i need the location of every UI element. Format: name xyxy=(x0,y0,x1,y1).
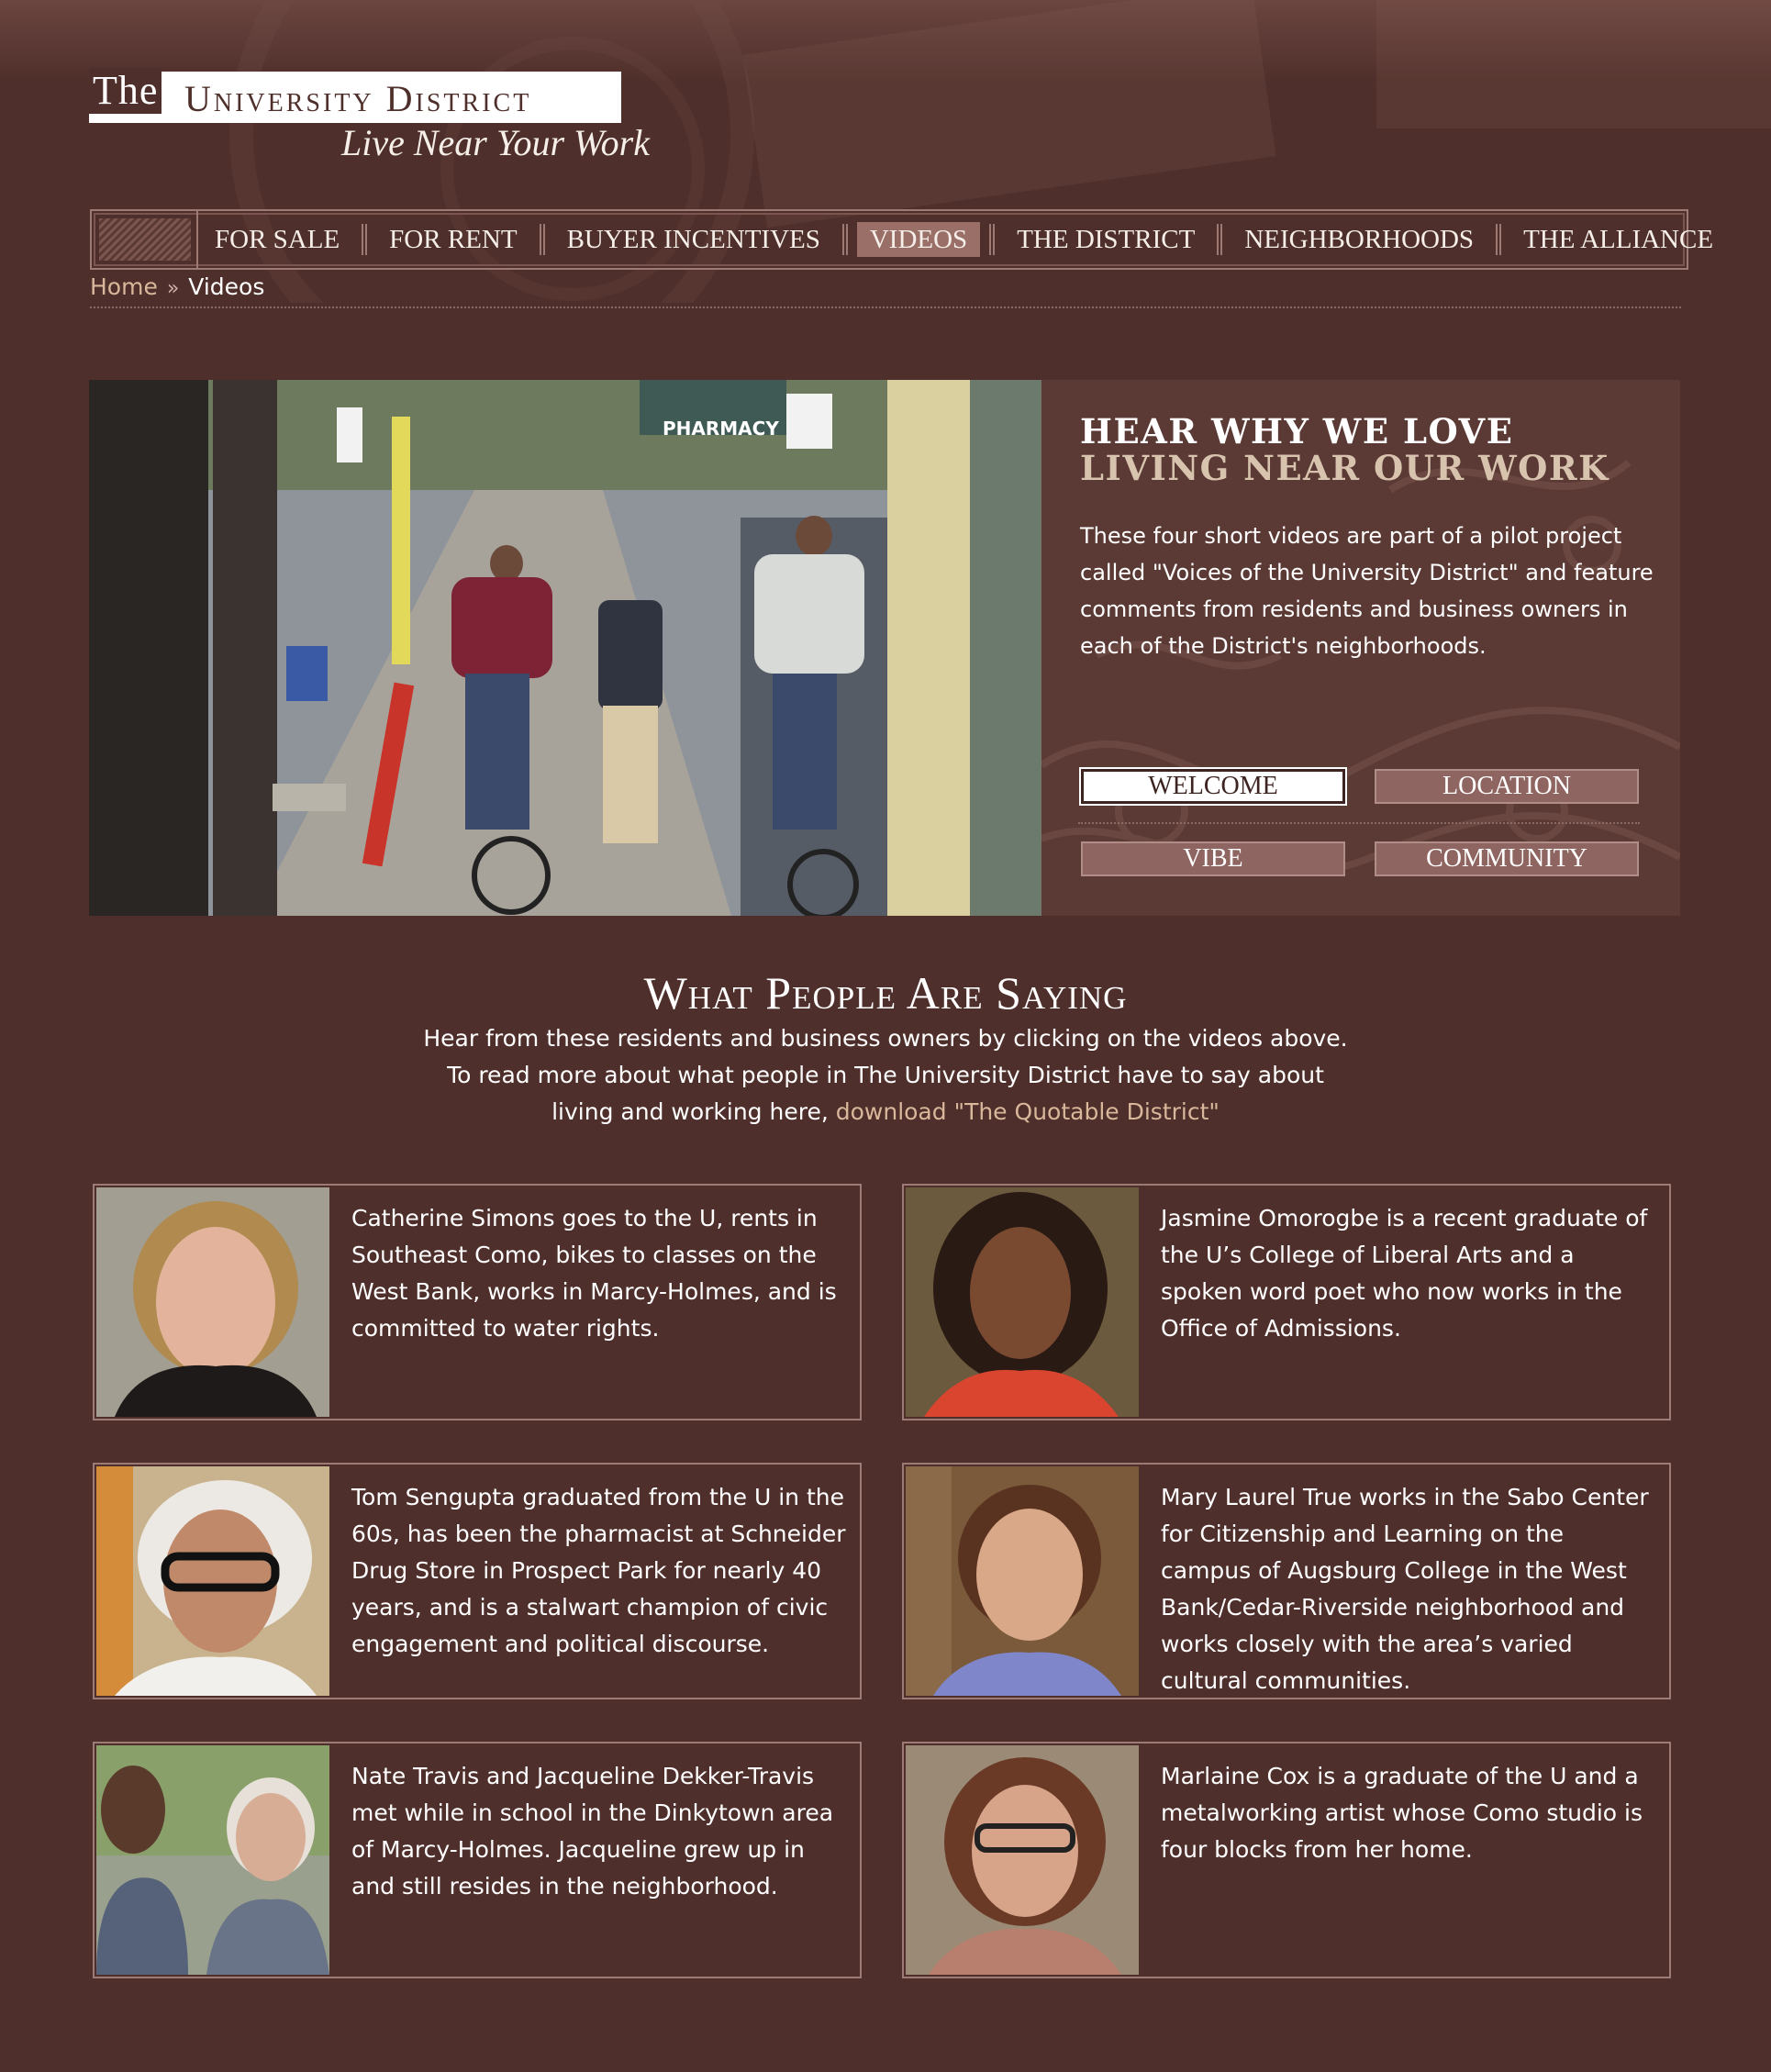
nav-videos[interactable]: VIDEOS xyxy=(856,222,981,257)
video-button-welcome[interactable]: WELCOME xyxy=(1079,767,1347,806)
person-description: Catherine Simons goes to the U, rents in… xyxy=(351,1205,837,1342)
video-player[interactable]: PHARMACY xyxy=(89,380,1041,916)
person-description: Mary Laurel True works in the Sabo Cente… xyxy=(1161,1484,1649,1694)
section-title: What People Are Saying xyxy=(643,967,1128,1019)
nav-separator xyxy=(841,224,848,255)
person-card[interactable]: Tom Sengupta graduated from the U in the… xyxy=(93,1463,862,1699)
nav-for-sale[interactable]: FOR SALE xyxy=(202,222,352,257)
video-sign-text: PHARMACY xyxy=(663,418,779,440)
person-photo[interactable] xyxy=(96,1466,329,1696)
section-description: Hear from these residents and business o… xyxy=(418,1020,1353,1131)
person-description: Tom Sengupta graduated from the U in the… xyxy=(351,1484,846,1657)
person-photo[interactable] xyxy=(96,1187,329,1417)
breadcrumb-current: Videos xyxy=(188,273,265,300)
person-card[interactable]: Catherine Simons goes to the U, rents in… xyxy=(93,1184,862,1420)
nav-buyer-incentives[interactable]: BUYER INCENTIVES xyxy=(554,222,833,257)
testimonials-intro: What People Are Saying Hear from these r… xyxy=(0,965,1771,1131)
nav-neighborhoods[interactable]: NEIGHBORHOODS xyxy=(1231,222,1487,257)
breadcrumb: Home » Videos xyxy=(90,272,1681,308)
video-button-community[interactable]: COMMUNITY xyxy=(1375,841,1639,876)
quotable-district-download-link[interactable]: download "The Quotable District" xyxy=(836,1098,1220,1125)
logo-name: University District xyxy=(184,78,532,119)
person-photo[interactable] xyxy=(906,1466,1139,1696)
person-description: Jasmine Omorogbe is a recent graduate of… xyxy=(1161,1205,1648,1342)
person-photo[interactable] xyxy=(96,1745,329,1975)
nav-separator xyxy=(989,224,996,255)
video-button-vibe[interactable]: VIBE xyxy=(1081,841,1345,876)
main-nav: FOR SALE FOR RENT BUYER INCENTIVES VIDEO… xyxy=(90,209,1713,270)
panel-heading: HEAR WHY WE LOVE LIVING NEAR OUR WORK xyxy=(1080,413,1609,486)
nav-the-alliance[interactable]: THE ALLIANCE xyxy=(1510,222,1726,257)
panel-heading-line1: HEAR WHY WE LOVE xyxy=(1080,411,1514,451)
person-photo[interactable] xyxy=(906,1745,1139,1975)
person-photo[interactable] xyxy=(906,1187,1139,1417)
person-card[interactable]: Jasmine Omorogbe is a recent graduate of… xyxy=(902,1184,1671,1420)
nav-separator xyxy=(539,224,545,255)
panel-intro-text: These four short videos are part of a pi… xyxy=(1080,523,1654,659)
nav-separator xyxy=(1217,224,1223,255)
nav-the-district[interactable]: THE DISTRICT xyxy=(1004,222,1208,257)
person-description: Marlaine Cox is a graduate of the U and … xyxy=(1161,1763,1643,1863)
video-info-panel: HEAR WHY WE LOVE LIVING NEAR OUR WORK Th… xyxy=(1041,380,1680,916)
logo-tagline: Live Near Your Work xyxy=(341,122,650,163)
video-button-location[interactable]: LOCATION xyxy=(1375,769,1639,804)
nav-for-rent[interactable]: FOR RENT xyxy=(376,222,529,257)
person-description: Nate Travis and Jacqueline Dekker-Travis… xyxy=(351,1763,834,1899)
nav-decoration xyxy=(99,218,191,261)
person-card[interactable]: Marlaine Cox is a graduate of the U and … xyxy=(902,1742,1671,1978)
nav-separator xyxy=(362,224,368,255)
logo-the: The xyxy=(89,68,162,114)
panel-heading-line2: LIVING NEAR OUR WORK xyxy=(1080,448,1609,488)
person-card[interactable]: Mary Laurel True works in the Sabo Cente… xyxy=(902,1463,1671,1699)
breadcrumb-separator: » xyxy=(166,277,180,300)
video-frame-street-scene: PHARMACY xyxy=(89,380,1041,916)
nav-separator xyxy=(1496,224,1502,255)
section-line1: Hear from these residents and business o… xyxy=(423,1025,1348,1052)
person-card[interactable]: Nate Travis and Jacqueline Dekker-Travis… xyxy=(93,1742,862,1978)
video-section: PHARMACY HEAR WHY WE LOVE LIVING NEAR OU… xyxy=(89,380,1680,916)
button-divider xyxy=(1078,822,1640,824)
breadcrumb-home-link[interactable]: Home xyxy=(90,273,158,300)
